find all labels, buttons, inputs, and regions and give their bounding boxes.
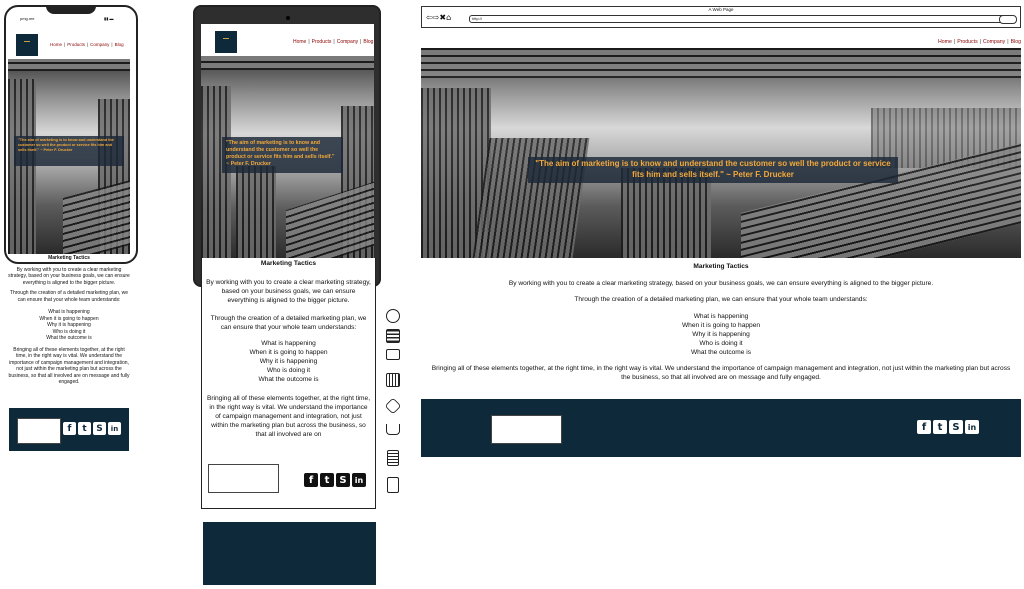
tablet-screen: Home | Products | Company | Blog "The aim of m… bbox=[201, 24, 374, 260]
browser-title: A Web Page bbox=[708, 7, 734, 12]
phone-paragraph-1: By working with you to create a clear ma… bbox=[8, 266, 130, 286]
browser-url-bar[interactable]: http:// bbox=[469, 15, 1013, 23]
nav-products-link[interactable]: Products bbox=[957, 39, 977, 45]
clock-icon bbox=[386, 309, 400, 323]
linkedin-icon[interactable]: in bbox=[108, 422, 121, 435]
building-icon bbox=[387, 450, 399, 466]
coffee-icon bbox=[386, 424, 400, 435]
desktop-footer: f t S in bbox=[421, 399, 1021, 457]
desktop-list-item: When it is going to happen bbox=[681, 321, 761, 329]
tablet-footer-box[interactable] bbox=[208, 464, 279, 493]
phone-logo bbox=[16, 34, 38, 56]
tablet-list-item: What the outcome is bbox=[258, 376, 319, 384]
hexagon-icon bbox=[384, 397, 402, 415]
desktop-nav[interactable]: Home | Products | Company | Blog bbox=[938, 39, 1021, 45]
tablet-nav[interactable]: Home | Products | Company | Blog bbox=[293, 39, 373, 45]
facebook-icon[interactable]: f bbox=[63, 422, 76, 435]
tablet-footer bbox=[203, 522, 376, 585]
phone-content: Marketing Tactics By working with you to… bbox=[8, 255, 130, 386]
nav-blog-link[interactable]: Blog bbox=[1011, 39, 1021, 45]
phone-notch bbox=[46, 5, 96, 14]
desktop-list-item: Why it is happening bbox=[692, 331, 750, 339]
monitor-icon bbox=[386, 349, 400, 360]
desktop-footer-box[interactable] bbox=[491, 415, 562, 444]
phone-footer-box[interactable] bbox=[17, 418, 61, 444]
nav-company-link[interactable]: Company bbox=[337, 39, 358, 45]
tablet-paragraph-1: By working with you to create a clear ma… bbox=[206, 278, 371, 304]
nav-blog-link[interactable]: Blog bbox=[115, 42, 124, 47]
desktop-list-item: Who is doing it bbox=[699, 340, 743, 348]
phone-footer: f t S in bbox=[9, 408, 129, 451]
nav-products-link[interactable]: Products bbox=[67, 42, 85, 47]
skype-icon[interactable]: S bbox=[949, 420, 963, 434]
desktop-list-item: What the outcome is bbox=[690, 349, 752, 357]
phone-screen: Home | Products | Company | Blog "The aim of m… bbox=[8, 24, 130, 256]
nav-home-link[interactable]: Home bbox=[293, 39, 306, 45]
nav-home-link[interactable]: Home bbox=[50, 42, 62, 47]
browser-nav-buttons[interactable]: ⇦⇨✖⌂ bbox=[426, 13, 451, 22]
tablet-lower-page: Marketing Tactics By working with you to… bbox=[201, 258, 376, 509]
browser-search-toggle[interactable] bbox=[999, 15, 1017, 24]
desktop-paragraph-3: Bringing all of these elements together,… bbox=[431, 364, 1011, 381]
tablet-camera bbox=[286, 16, 290, 20]
phone-status-text: pmg.me bbox=[20, 16, 35, 21]
nav-company-link[interactable]: Company bbox=[983, 39, 1005, 45]
side-icon-column bbox=[384, 307, 402, 497]
tablet-content: Marketing Tactics By working with you to… bbox=[202, 260, 375, 440]
browser-window: A Web Page ⇦⇨✖⌂ http:// bbox=[421, 6, 1021, 28]
desktop-quote: "The aim of marketing is to know and und… bbox=[528, 157, 898, 183]
desktop-page: Home | Products | Company | Blog bbox=[421, 28, 1021, 48]
desktop-social-links: f t S in bbox=[917, 420, 979, 434]
nav-home-link[interactable]: Home bbox=[938, 39, 952, 45]
tablet-list-item: Who is doing it bbox=[266, 367, 311, 375]
nav-blog-link[interactable]: Blog bbox=[363, 39, 373, 45]
calendar-icon bbox=[386, 373, 400, 387]
twitter-icon[interactable]: t bbox=[320, 473, 334, 487]
tablet-heading: Marketing Tactics bbox=[260, 260, 317, 267]
facebook-icon[interactable]: f bbox=[304, 473, 318, 487]
tablet-list-item: What is happening bbox=[261, 340, 316, 348]
tablet-list-item: Why it is happening bbox=[259, 358, 318, 366]
clipboard-icon bbox=[387, 477, 399, 493]
tablet-list-item: When it is going to happen bbox=[249, 349, 328, 357]
desktop-list-item: What is happening bbox=[693, 312, 749, 320]
nav-company-link[interactable]: Company bbox=[90, 42, 109, 47]
phone-nav[interactable]: Home | Products | Company | Blog bbox=[50, 42, 124, 47]
tablet-social-links: f t S in bbox=[304, 473, 366, 487]
desktop-heading: Marketing Tactics bbox=[693, 263, 749, 270]
linkedin-icon[interactable]: in bbox=[965, 420, 979, 434]
linkedin-icon[interactable]: in bbox=[352, 473, 366, 487]
facebook-icon[interactable]: f bbox=[917, 420, 931, 434]
phone-paragraph-2: Through the creation of a detailed marke… bbox=[9, 290, 129, 303]
desktop-paragraph-1: By working with you to create a clear ma… bbox=[508, 280, 934, 288]
phone-quote: "The aim of marketing is to know and und… bbox=[14, 136, 124, 166]
twitter-icon[interactable]: t bbox=[933, 420, 947, 434]
skype-icon[interactable]: S bbox=[93, 422, 106, 435]
phone-paragraph-3: Bringing all of these elements together,… bbox=[8, 346, 130, 386]
desktop-content: Marketing Tactics By working with you to… bbox=[423, 262, 1019, 382]
tablet-paragraph-3: Bringing all of these elements together,… bbox=[206, 394, 371, 438]
tablet-quote: "The aim of marketing is to know and und… bbox=[222, 137, 343, 173]
twitter-icon[interactable]: t bbox=[78, 422, 91, 435]
tablet-paragraph-2: Through the creation of a detailed marke… bbox=[210, 314, 367, 331]
nav-products-link[interactable]: Products bbox=[312, 39, 332, 45]
skype-icon[interactable]: S bbox=[336, 473, 350, 487]
phone-social-links: f t S in bbox=[63, 422, 121, 435]
phone-list-item: What the outcome is bbox=[46, 335, 92, 341]
phone-status-icons: ▮▮ ▬ bbox=[104, 16, 114, 21]
phone-heading: Marketing Tactics bbox=[48, 255, 90, 261]
list-icon bbox=[386, 329, 400, 343]
tablet-logo bbox=[215, 31, 237, 53]
desktop-hero-image bbox=[421, 48, 1021, 258]
desktop-paragraph-2: Through the creation of a detailed marke… bbox=[574, 296, 868, 304]
